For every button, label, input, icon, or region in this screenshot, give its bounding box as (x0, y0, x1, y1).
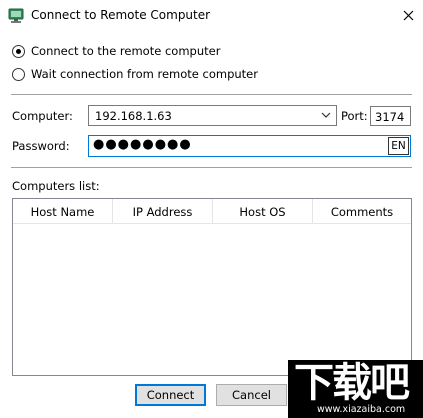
radio-connect-remote[interactable]: Connect to the remote computer (12, 44, 220, 58)
column-header-host-name[interactable]: Host Name (13, 199, 113, 224)
column-header-comments[interactable]: Comments (313, 199, 411, 224)
watermark-logo-text: 下载吧 (294, 360, 410, 406)
watermark: 下载吧 www.xiazaiba.com (288, 360, 423, 418)
computers-list-header: Host Name IP Address Host OS Comments (13, 199, 411, 224)
close-icon (403, 10, 413, 21)
input-language-indicator: EN (388, 137, 409, 155)
column-header-host-os[interactable]: Host OS (213, 199, 313, 224)
port-value: 3174 (375, 110, 405, 124)
radio-selected-indicator[interactable] (12, 44, 25, 58)
radio-connect-label: Connect to the remote computer (31, 44, 221, 58)
port-label: Port: (341, 109, 368, 123)
column-header-ip-address[interactable]: IP Address (113, 199, 213, 224)
computers-list-label: Computers list: (12, 179, 100, 193)
computer-value: 192.168.1.63 (95, 109, 172, 123)
port-input[interactable]: 3174 (370, 106, 411, 126)
radio-unselected-indicator[interactable] (12, 67, 25, 81)
password-label: Password: (12, 139, 70, 153)
separator (11, 94, 412, 95)
computers-list[interactable]: Host Name IP Address Host OS Comments (12, 198, 412, 376)
computer-label: Computer: (12, 109, 73, 123)
window-title: Connect to Remote Computer (31, 8, 211, 22)
close-button[interactable] (393, 0, 423, 31)
cancel-button[interactable]: Cancel (216, 384, 287, 406)
password-mask: ●●●●●●●● (93, 137, 192, 152)
radio-wait-connection[interactable]: Wait connection from remote computer (12, 67, 258, 81)
watermark-url: www.xiazaiba.com (317, 404, 406, 415)
computer-combobox[interactable]: 192.168.1.63 (88, 105, 337, 126)
password-input[interactable]: ●●●●●●●● EN (88, 135, 411, 157)
chevron-down-icon[interactable] (320, 109, 332, 121)
connect-button[interactable]: Connect (135, 384, 206, 406)
separator (11, 167, 412, 168)
radio-wait-label: Wait connection from remote computer (31, 67, 258, 81)
remote-computer-app-icon (8, 8, 24, 23)
title-bar: Connect to Remote Computer (0, 0, 423, 31)
